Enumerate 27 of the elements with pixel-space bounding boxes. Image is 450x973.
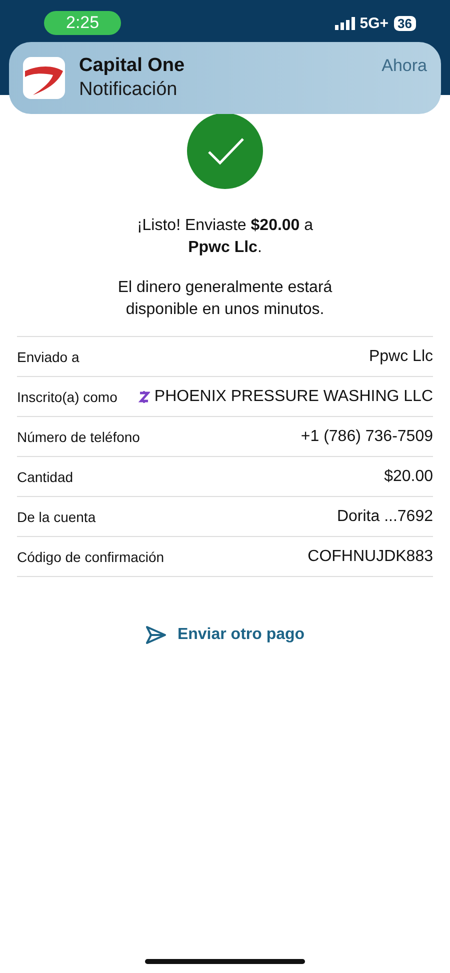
detail-label: Cantidad bbox=[17, 468, 74, 484]
success-check-icon bbox=[187, 113, 263, 189]
detail-label: Inscrito(a) como bbox=[17, 388, 118, 404]
detail-value: Dorita ...7692 bbox=[336, 508, 433, 526]
detail-label: De la cuenta bbox=[17, 508, 96, 524]
confirmation-message: ¡Listo! Enviaste $20.00 a Ppwc Llc. bbox=[136, 216, 314, 258]
detail-value: +1 (786) 736-7509 bbox=[300, 428, 433, 446]
detail-value: COFHNUJDK883 bbox=[308, 548, 433, 566]
status-time: 2:25 bbox=[44, 11, 122, 35]
signal-icon bbox=[334, 16, 355, 30]
app-icon bbox=[23, 57, 65, 99]
send-another-payment-link[interactable]: Enviar otro pago bbox=[145, 625, 305, 645]
availability-note: El dinero generalmente estará disponible en unos minutos. bbox=[116, 278, 334, 320]
detail-label: Número de teléfono bbox=[17, 428, 140, 444]
detail-value: $20.00 bbox=[384, 468, 433, 486]
notification-banner[interactable]: Capital One Notificación Ahora bbox=[9, 42, 441, 114]
detail-value: PHOENIX PRESSURE WASHING LLC bbox=[154, 388, 433, 406]
detail-label: Código de confirmación bbox=[17, 548, 164, 564]
detail-value: Ppwc Llc bbox=[368, 348, 433, 366]
notification-time: Ahora bbox=[382, 56, 427, 76]
send-icon bbox=[145, 625, 168, 645]
battery-level: 36 bbox=[394, 16, 416, 30]
network-label: 5G+ bbox=[360, 14, 389, 32]
notification-text: Notificación bbox=[79, 79, 178, 101]
detail-label: Enviado a bbox=[17, 348, 80, 364]
notification-app: Capital One bbox=[79, 55, 186, 77]
zelle-icon bbox=[138, 390, 150, 404]
